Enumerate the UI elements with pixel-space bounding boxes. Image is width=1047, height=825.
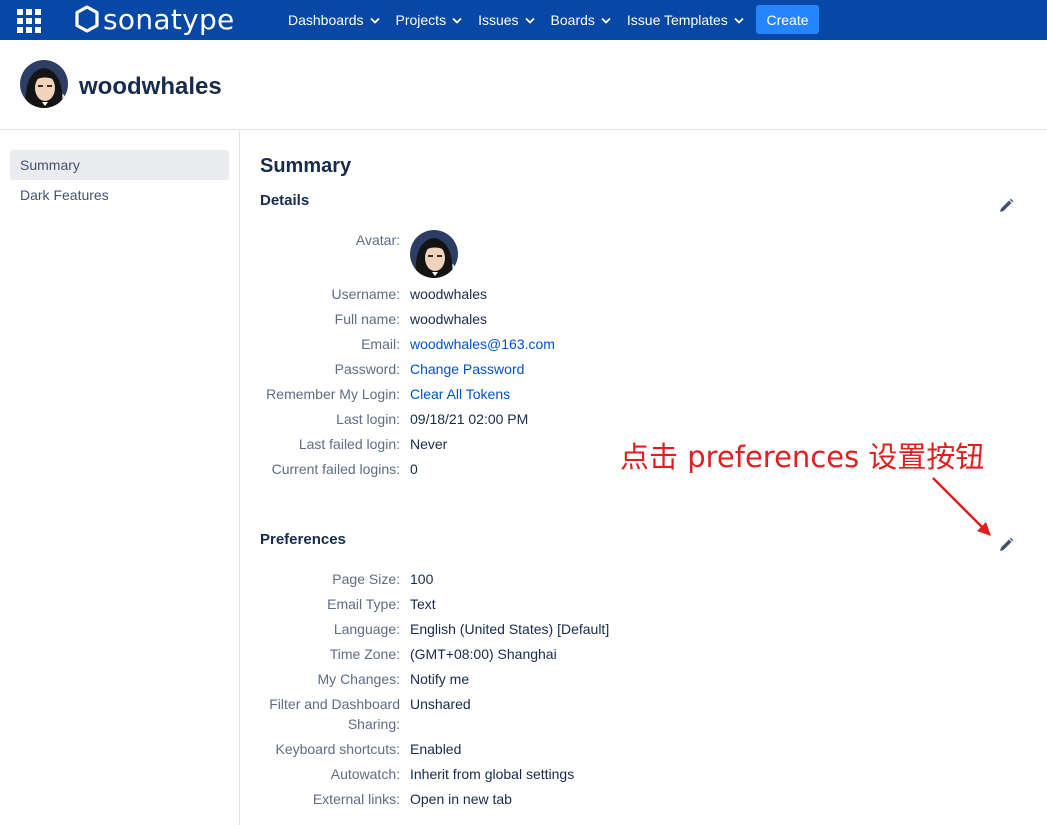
external-links-label: External links:: [312, 791, 400, 807]
remember-login-label: Remember My Login:: [266, 386, 400, 402]
my-changes-label: My Changes:: [317, 671, 400, 687]
sharing-label: Filter and Dashboard: [269, 696, 400, 712]
nav-projects[interactable]: Projects: [388, 0, 471, 40]
avatar: [20, 60, 68, 108]
pencil-icon[interactable]: [998, 537, 1014, 553]
nav-label: Dashboards: [288, 12, 364, 28]
email-label: Email:: [361, 336, 400, 352]
autowatch-value: Inherit from global settings: [410, 766, 575, 782]
keyboard-shortcuts-label: Keyboard shortcuts:: [275, 741, 400, 757]
page-size-label: Page Size:: [332, 571, 400, 587]
chevron-down-icon: [452, 17, 462, 24]
chevron-down-icon: [369, 17, 380, 24]
sharing-label-line2: Sharing:: [347, 716, 400, 732]
profile-header: woodwhales: [0, 40, 1047, 130]
current-failed-logins-value: 0: [410, 461, 418, 477]
email-type-value: Text: [410, 596, 436, 612]
last-login-value: 09/18/21 02:00 PM: [410, 411, 529, 427]
username-value: woodwhales: [410, 286, 488, 302]
avatar[interactable]: [410, 230, 458, 278]
preferences-heading: Preferences: [260, 531, 346, 548]
fullname-value: woodwhales: [410, 311, 488, 327]
time-zone-value: (GMT+08:00) Shanghai: [410, 646, 557, 662]
nav-boards[interactable]: Boards: [543, 0, 619, 40]
password-label: Password:: [334, 361, 400, 377]
last-failed-login-value: Never: [410, 436, 448, 452]
top-navigation-bar: sonatype Dashboards Projects Issues Boar…: [0, 0, 1047, 40]
username-label: Username:: [331, 286, 400, 302]
language-value: English (United States) [Default]: [410, 621, 610, 637]
pencil-icon[interactable]: [998, 198, 1014, 214]
brand-name: sonatype: [103, 2, 235, 36]
sidebar: Summary Dark Features: [0, 131, 240, 825]
sonatype-hexagon-icon: [75, 5, 99, 33]
nav-label: Boards: [550, 12, 595, 28]
page-size-value: 100: [410, 571, 434, 587]
my-changes-value: Notify me: [410, 671, 470, 687]
nav-issue-templates[interactable]: Issue Templates: [619, 0, 752, 40]
sidebar-item-summary[interactable]: Summary: [10, 150, 229, 180]
sharing-value: Unshared: [410, 696, 471, 712]
nav-dashboards[interactable]: Dashboards: [280, 0, 388, 40]
main-nav: Dashboards Projects Issues Boards Issue …: [280, 0, 752, 40]
create-button[interactable]: Create: [756, 5, 819, 34]
fullname-label: Full name:: [334, 311, 400, 327]
autowatch-label: Autowatch:: [330, 766, 400, 782]
language-label: Language:: [333, 621, 400, 637]
last-login-label: Last login:: [336, 411, 400, 427]
email-type-label: Email Type:: [327, 596, 400, 612]
current-failed-logins-label: Current failed logins:: [271, 461, 400, 477]
details-heading: Details: [260, 192, 310, 209]
sonatype-logo[interactable]: sonatype: [74, 2, 235, 36]
nav-issues[interactable]: Issues: [470, 0, 542, 40]
avatar-label: Avatar:: [355, 232, 400, 248]
clear-tokens-link[interactable]: Clear All Tokens: [410, 384, 510, 404]
arrow-icon: [932, 477, 991, 536]
nav-label: Projects: [395, 12, 447, 28]
chevron-down-icon: [601, 17, 611, 24]
external-links-value: Open in new tab: [410, 791, 512, 807]
time-zone-label: Time Zone:: [329, 646, 400, 662]
chevron-down-icon: [734, 17, 744, 24]
chevron-down-icon: [524, 17, 535, 24]
sidebar-item-dark-features[interactable]: Dark Features: [10, 180, 229, 210]
keyboard-shortcuts-value: Enabled: [410, 741, 462, 757]
change-password-link[interactable]: Change Password: [410, 359, 524, 379]
email-link[interactable]: woodwhales@163.com: [410, 334, 555, 354]
last-failed-login-label: Last failed login:: [298, 436, 400, 452]
app-switcher-icon[interactable]: [16, 8, 41, 33]
nav-label: Issue Templates: [626, 12, 728, 28]
profile-name: woodwhales: [79, 73, 222, 100]
page-title: Summary: [260, 155, 352, 177]
nav-label: Issues: [478, 12, 519, 28]
